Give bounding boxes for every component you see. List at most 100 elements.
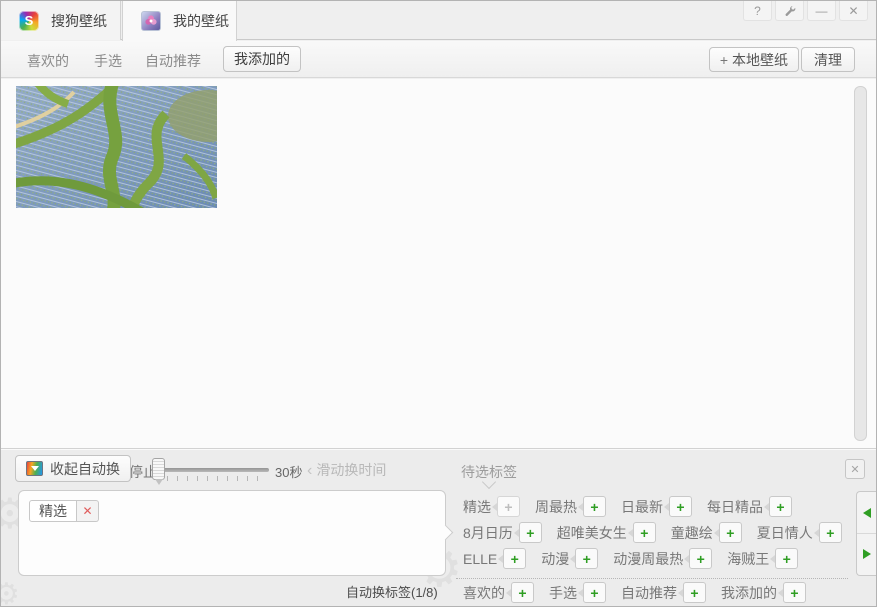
tag-row-3: ELLE + 动漫 + 动漫周最热 + 海贼王 + [463,548,799,569]
selected-tag-label: 精选 [29,500,77,522]
window-controls: ? — ✕ [740,1,868,21]
collapse-autochange-button[interactable]: 收起自动换 [15,455,131,482]
tag-item: 夏日情人 + [757,522,842,543]
triangle-left-icon [862,507,871,518]
app-window: S 搜狗壁纸 我的壁纸 ? — ✕ 喜欢的 手选 自动推荐 我添加的 + 本地壁… [0,0,877,607]
nav-liked[interactable]: 喜欢的 [27,51,69,71]
settings-wrench-button[interactable] [775,1,804,21]
tag-row-bottom: 喜欢的 + 手选 + 自动推荐 + 我添加的 + [463,582,806,603]
tab-label: 我的壁纸 [173,13,229,29]
slide-hint: ‹ 滑动换时间 [307,462,387,479]
dotted-separator [456,578,848,579]
pager-next-button[interactable] [857,533,876,575]
clean-button[interactable]: 清理 [801,47,855,72]
tag-row-1: 精选 + 周最热 + 日最新 + 每日精品 + [463,496,792,517]
add-tag-button[interactable]: + [684,548,713,569]
tag-item: 动漫 + [541,548,599,569]
panel-close-button[interactable]: ✕ [845,459,865,479]
pager-prev-button[interactable] [857,492,876,534]
tab-bar: S 搜狗壁纸 我的壁纸 ? — ✕ [1,1,876,41]
tag-item: 我添加的 + [721,582,806,603]
add-tag-button[interactable]: + [513,522,542,543]
tag-item: 海贼王 + [727,548,799,569]
plus-icon: + [719,51,728,68]
tag-item: ELLE + [463,548,527,569]
add-tag-button[interactable]: + [498,548,527,569]
scrollbar-thumb[interactable] [854,86,867,441]
tag-item: 周最热 + [535,496,606,517]
nav-my-added-selected[interactable]: 我添加的 [223,46,301,72]
nav-auto-recommend[interactable]: 自动推荐 [145,51,201,71]
tag-label: 8月日历 [463,524,513,541]
interval-slider [151,457,273,491]
selected-tags-box[interactable]: 精选 ✕ [18,490,454,576]
remove-tag-button[interactable]: ✕ [77,500,99,522]
add-tag-button[interactable]: + [627,522,656,543]
tag-label: 动漫周最热 [613,550,684,567]
wallpaper-thumbnail-terraces[interactable] [16,86,217,208]
selected-tag-chip: 精选 ✕ [29,500,99,522]
add-tag-button[interactable]: + [506,582,534,603]
tag-row-2: 8月日历 + 超唯美女生 + 童趣绘 + 夏日情人 + [463,522,842,543]
selected-box-arrow [437,524,454,541]
add-local-wallpaper-button[interactable]: + 本地壁纸 [708,47,799,72]
wrench-icon [785,5,795,16]
tag-item: 每日精品 + [707,496,792,517]
tag-item: 喜欢的 + [463,582,534,603]
add-tag-button[interactable]: + [570,548,599,569]
tab-label: 搜狗壁纸 [51,12,107,29]
add-tag-button-disabled: + [492,496,520,517]
close-button[interactable]: ✕ [839,1,868,21]
add-tag-button[interactable]: + [664,496,692,517]
tag-label: 我添加的 [721,584,777,601]
tag-label: 精选 [463,498,491,515]
add-tag-button[interactable]: + [578,496,606,517]
category-toolbar: 喜欢的 手选 自动推荐 我添加的 + 本地壁纸 清理 [1,41,876,78]
nav-handpicked[interactable]: 手选 [94,51,122,71]
help-button[interactable]: ? [743,1,772,21]
slider-track[interactable] [163,468,269,472]
flower-photo-icon [141,11,161,31]
tag-label: ELLE [463,550,498,567]
add-tag-button[interactable]: + [713,522,742,543]
tag-label: 自动推荐 [621,584,677,601]
tag-label: 夏日情人 [756,524,813,541]
tag-item: 自动推荐 + [621,582,706,603]
add-tag-button[interactable]: + [770,548,799,569]
tab-my-wallpaper[interactable]: 我的壁纸 [122,1,237,41]
autochange-tag-counter: 自动换标签(1/8) [346,585,438,600]
tag-label: 周最热 [535,498,577,515]
add-tag-button[interactable]: + [813,522,842,543]
tag-label: 超唯美女生 [556,524,627,541]
tag-label: 海贼王 [727,550,770,567]
slider-handle[interactable] [152,458,165,485]
tag-item: 动漫周最热 + [613,548,713,569]
tag-item: 手选 + [549,582,606,603]
tag-label: 手选 [549,584,577,601]
tag-pager [856,491,876,576]
autochange-panel: ⚙ ⚙ ⚙ 收起自动换 停止 30秒 ‹滑动换时间 待选标签 ✕ 精选 ✕ [1,448,876,606]
tag-label: 喜欢的 [463,584,505,601]
tag-item: 精选 + [463,496,520,517]
tag-label: 童趣绘 [670,524,713,541]
sogou-logo-icon: S [19,10,39,31]
wallpaper-collapse-icon [26,461,43,476]
gear-decoration: ⚙ [1,577,20,606]
add-tag-button[interactable]: + [678,582,706,603]
tag-item: 童趣绘 + [671,522,742,543]
tab-sogou-wallpaper[interactable]: S 搜狗壁纸 [1,1,121,40]
add-tag-button[interactable]: + [578,582,606,603]
tag-item: 日最新 + [621,496,692,517]
tag-label: 每日精品 [707,498,763,515]
minimize-button[interactable]: — [807,1,836,21]
wallpaper-grid-area [1,79,876,448]
tag-label: 动漫 [541,550,570,567]
triangle-right-icon [862,549,871,559]
interval-value: 30秒 [275,465,303,480]
chevron-left-icon: ‹ [307,462,313,479]
add-tag-button[interactable]: + [778,582,806,603]
slider-ticks [167,476,267,481]
tag-item: 超唯美女生 + [557,522,656,543]
tag-item: 8月日历 + [463,522,542,543]
add-tag-button[interactable]: + [764,496,792,517]
